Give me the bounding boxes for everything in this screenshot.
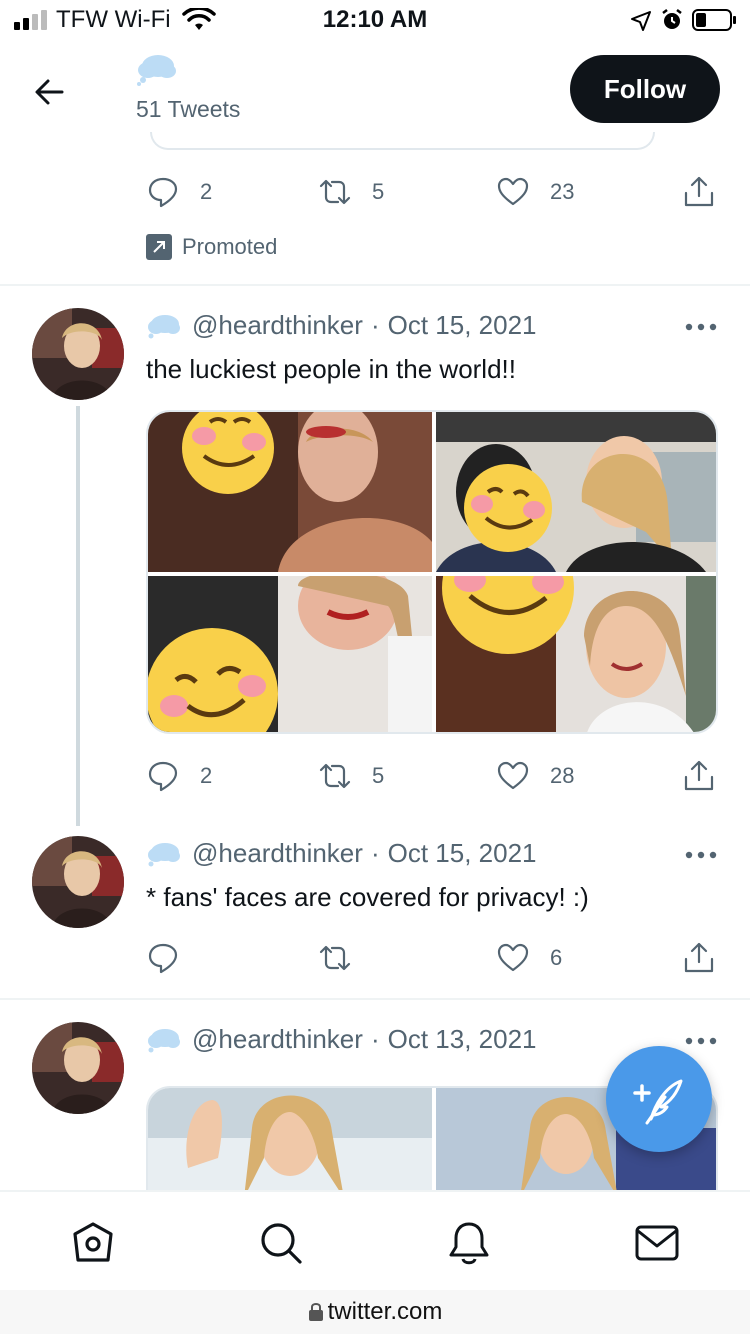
- tweet-actions: 6: [146, 938, 718, 978]
- avatar[interactable]: [32, 836, 124, 928]
- media-photo[interactable]: [148, 576, 432, 732]
- promoted-arrow-icon: [146, 234, 172, 260]
- tweet-header: @heardthinker · Oct 13, 2021: [146, 1024, 537, 1055]
- share-icon: [684, 942, 714, 973]
- promoted-label: Promoted: [146, 234, 277, 260]
- follow-button[interactable]: Follow: [570, 55, 720, 123]
- media-photo[interactable]: [148, 1088, 432, 1196]
- retweet-button[interactable]: 5: [318, 172, 384, 212]
- separator-dot: ·: [370, 1024, 380, 1054]
- tweet-handle[interactable]: @heardthinker: [192, 310, 363, 341]
- reply-icon: [148, 943, 178, 974]
- reply-button[interactable]: 2: [146, 756, 212, 796]
- compose-tweet-button[interactable]: [606, 1046, 712, 1152]
- tweet-actions: 2 5 28: [146, 756, 718, 796]
- cloud-emoji-icon: [148, 314, 180, 338]
- avatar-photo: [32, 308, 124, 400]
- tweet-date[interactable]: Oct 15, 2021: [388, 838, 537, 869]
- tweet-text: the luckiest people in the world!!: [146, 354, 516, 384]
- tweet-count: 51 Tweets: [136, 96, 241, 122]
- tweet-handle[interactable]: @heardthinker: [192, 1024, 363, 1055]
- retweet-icon: [319, 179, 351, 205]
- alarm-icon: [662, 9, 682, 29]
- cloud-emoji-icon: [148, 842, 180, 866]
- share-button[interactable]: [682, 172, 716, 212]
- url-text: twitter.com: [327, 1298, 443, 1325]
- retweet-icon: [319, 763, 351, 789]
- heart-icon: [497, 761, 529, 790]
- reply-icon: [148, 761, 178, 792]
- profile-header: 51 Tweets Follow: [0, 40, 750, 150]
- heart-icon: [497, 177, 529, 206]
- media-photo[interactable]: [148, 412, 432, 572]
- cloud-emoji-icon: [148, 1028, 180, 1052]
- location-arrow-icon: [631, 11, 651, 31]
- tweet-handle[interactable]: @heardthinker: [192, 838, 363, 869]
- like-button[interactable]: 28: [496, 756, 574, 796]
- avatar[interactable]: [32, 1022, 124, 1114]
- reply-count: 2: [200, 179, 213, 204]
- media-photo[interactable]: [436, 576, 716, 732]
- like-count: 6: [550, 945, 563, 970]
- media-grid: [146, 410, 718, 734]
- battery-icon: [692, 9, 736, 31]
- tweet-header: @heardthinker · Oct 15, 2021: [146, 310, 537, 341]
- more-options-icon[interactable]: [684, 322, 718, 332]
- tweet-date[interactable]: Oct 13, 2021: [388, 1024, 537, 1055]
- heart-icon: [497, 943, 529, 972]
- bottom-navigation: [0, 1190, 750, 1290]
- cloud-emoji-icon: [137, 55, 176, 86]
- home-icon[interactable]: [70, 1220, 116, 1266]
- retweet-icon: [319, 945, 351, 971]
- like-count: 28: [550, 763, 575, 788]
- tweet-divider: [0, 284, 750, 286]
- more-options-icon[interactable]: [684, 850, 718, 860]
- promoted-text: Promoted: [182, 234, 278, 259]
- retweet-button[interactable]: [318, 938, 372, 978]
- share-button[interactable]: [682, 756, 716, 796]
- tweet-divider: [0, 998, 750, 1000]
- retweet-count: 5: [372, 179, 385, 204]
- share-icon: [684, 176, 714, 207]
- quoted-card-edge: [150, 132, 655, 150]
- retweet-count: 5: [372, 763, 385, 788]
- retweet-button[interactable]: 5: [318, 756, 384, 796]
- thread-line: [76, 406, 80, 826]
- share-icon: [684, 760, 714, 791]
- notifications-icon[interactable]: [446, 1220, 492, 1266]
- browser-url-bar[interactable]: twitter.com: [0, 1290, 750, 1334]
- like-count: 23: [550, 179, 575, 204]
- share-button[interactable]: [682, 938, 716, 978]
- media-photo[interactable]: [436, 412, 716, 572]
- lock-icon: [308, 1303, 323, 1321]
- promoted-tweet-actions: 2 5 23: [146, 172, 718, 212]
- reply-button[interactable]: 2: [146, 172, 212, 212]
- search-icon[interactable]: [258, 1220, 304, 1266]
- like-button[interactable]: 23: [496, 172, 574, 212]
- reply-icon: [148, 177, 178, 208]
- like-button[interactable]: 6: [496, 938, 562, 978]
- tweet-date[interactable]: Oct 15, 2021: [388, 310, 537, 341]
- separator-dot: ·: [370, 838, 380, 868]
- avatar-photo: [32, 836, 124, 928]
- reply-count: 2: [200, 763, 213, 788]
- more-options-icon[interactable]: [684, 1036, 718, 1046]
- compose-feather-icon: [633, 1079, 683, 1125]
- separator-dot: ·: [370, 310, 380, 340]
- avatar[interactable]: [32, 308, 124, 400]
- avatar-photo: [32, 1022, 124, 1114]
- arrow-left-icon[interactable]: [28, 70, 72, 114]
- tweet-header: @heardthinker · Oct 15, 2021: [146, 838, 537, 869]
- status-bar: TFW Wi-Fi 12:10 AM: [0, 0, 750, 40]
- tweet-text: * fans' faces are covered for privacy! :…: [146, 882, 589, 912]
- messages-icon[interactable]: [634, 1220, 680, 1266]
- reply-button[interactable]: [146, 938, 200, 978]
